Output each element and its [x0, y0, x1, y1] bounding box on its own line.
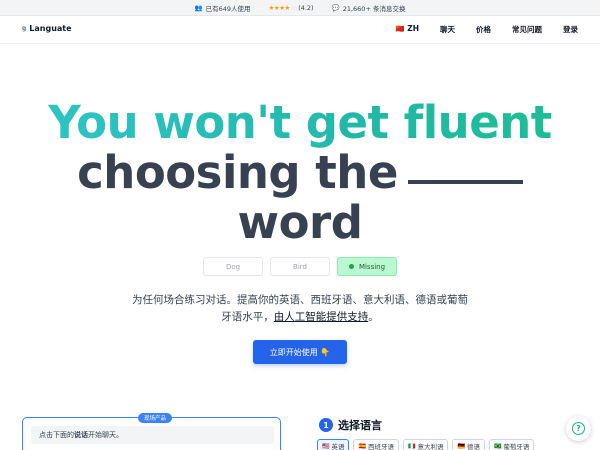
- demo-hint: 点击下面的 说话 开始聊天。: [31, 426, 274, 444]
- chat-icon: 💬: [331, 3, 340, 12]
- messages-count: 💬 21,660+ 条消息交换: [332, 3, 406, 13]
- step-title: 选择语言: [338, 419, 382, 432]
- announcement-bar: 👥 已有649人使用 ★★★★☆ (4.2) 💬 21,660+ 条消息交换: [0, 0, 600, 16]
- live-demo-panel: 现场产品 点击下面的 说话 开始聊天。: [22, 413, 281, 450]
- language-option-german[interactable]: 🇩🇪 德语: [452, 439, 485, 450]
- get-started-button[interactable]: 立即开始使用 👇: [253, 340, 347, 364]
- blank-underline: [407, 180, 523, 184]
- star-rating-icon: ★★★★☆: [268, 3, 296, 12]
- nav-menu: 🇨🇳 ZH 聊天 价格 常见问题 登录: [396, 24, 578, 35]
- hero-line-1: You won't get fluent: [0, 98, 600, 148]
- language-option-spanish[interactable]: 🇪🇸 西班牙语: [353, 439, 399, 450]
- germany-flag-icon: 🇩🇪: [457, 442, 465, 450]
- rating: ★★★★☆ (4.2): [269, 4, 314, 12]
- logo-text: Languate: [29, 24, 72, 33]
- language-option-italian[interactable]: 🇮🇹 意大利语: [402, 439, 449, 450]
- rating-value: (4.2): [298, 3, 314, 12]
- help-button[interactable]: ?: [566, 416, 591, 441]
- choice-dog[interactable]: Dog: [203, 257, 263, 276]
- question-icon: ?: [572, 422, 585, 435]
- step-number: 1: [319, 418, 333, 432]
- users-count: 👥 已有649人使用: [195, 3, 251, 13]
- choice-missing[interactable]: Missing: [337, 257, 397, 276]
- navbar: g Languate 🇨🇳 ZH 聊天 价格 常见问题 登录: [0, 16, 600, 44]
- live-product-badge: 现场产品: [138, 413, 173, 423]
- hero-headline: You won't get fluent choosing the word: [0, 98, 600, 248]
- nav-item-chat[interactable]: 聊天: [440, 24, 455, 35]
- brazil-flag-icon: 🇧🇷: [493, 442, 502, 450]
- nav-item-login[interactable]: 登录: [563, 24, 578, 35]
- choice-bird[interactable]: Bird: [270, 257, 330, 276]
- messages-count-text: 21,660+ 条消息交换: [342, 4, 406, 13]
- logo-mark-icon: g: [22, 25, 27, 32]
- selected-dot-icon: [348, 264, 354, 269]
- language-option-portuguese[interactable]: 🇧🇷 葡萄牙语: [488, 439, 535, 450]
- step-select-language: 1 选择语言: [319, 417, 382, 433]
- language-switcher[interactable]: 🇨🇳 ZH: [396, 24, 419, 35]
- hero-line-3: word: [237, 196, 363, 249]
- china-flag-icon: 🇨🇳: [395, 25, 405, 33]
- nav-item-faq[interactable]: 常见问题: [512, 24, 542, 35]
- us-flag-icon: 🇺🇸: [322, 442, 330, 450]
- nav-item-pricing[interactable]: 价格: [476, 24, 491, 35]
- users-count-text: 已有649人使用: [205, 4, 251, 13]
- hero-subtitle: 为任何场合练习对话。提高你的英语、西班牙语、意大利语、德语或葡萄牙语水平，由人工…: [132, 294, 468, 323]
- italy-flag-icon: 🇮🇹: [407, 442, 416, 450]
- language-option-english[interactable]: 🇺🇸 英语: [317, 439, 350, 450]
- spain-flag-icon: 🇪🇸: [358, 442, 366, 450]
- hero-line-2: choosing the: [0, 148, 600, 198]
- language-options: 🇺🇸 英语 🇪🇸 西班牙语 🇮🇹 意大利语 🇩🇪 德语 🇧🇷 葡萄牙语: [317, 439, 535, 450]
- logo[interactable]: g Languate: [22, 24, 72, 33]
- users-icon: 👥: [194, 3, 203, 12]
- ai-powered-link[interactable]: 由人工智能提供支持: [274, 311, 369, 323]
- word-choices: Dog Bird Missing: [0, 257, 600, 276]
